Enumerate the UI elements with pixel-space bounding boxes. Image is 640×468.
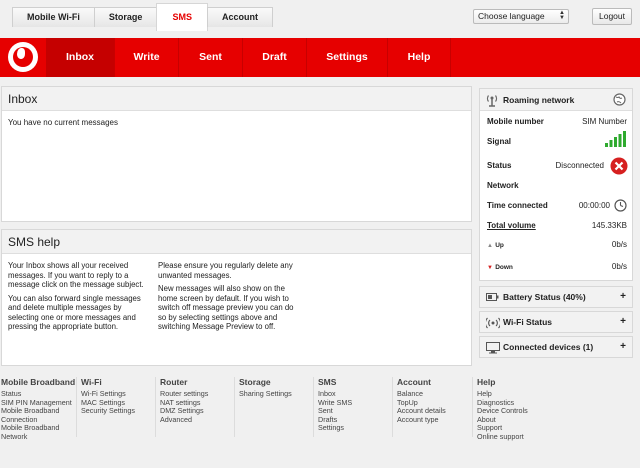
select-arrows-icon: ▲ ▼ — [559, 10, 565, 21]
globe-icon[interactable] — [613, 93, 626, 106]
footer-heading: Help — [477, 377, 496, 387]
disconnect-icon[interactable] — [610, 157, 628, 175]
footer-column-storage: Storage Sharing Settings — [239, 377, 319, 399]
logout-button[interactable]: Logout — [592, 8, 632, 25]
footer-link[interactable]: Online support — [477, 432, 557, 442]
total-volume-row: Total volume 145.33KB — [487, 220, 627, 232]
signal-row: Signal — [487, 131, 627, 148]
nav-sent[interactable]: Sent — [179, 38, 242, 77]
help-paragraph: You can also forward single messages and… — [8, 293, 141, 332]
wifi-icon — [486, 317, 500, 329]
battery-status-accordion[interactable]: Battery Status (40%) + — [479, 286, 633, 308]
sms-help-right: Please ensure you regularly delete any u… — [158, 261, 298, 336]
time-connected-value: 00:00:00 — [578, 201, 610, 210]
footer-column-mobile-broadband: Mobile Broadband Status SIM PIN Manageme… — [1, 377, 81, 442]
network-status-panel: Roaming network Mobile number SIM Number… — [479, 88, 633, 281]
tab-sms[interactable]: SMS — [156, 3, 208, 31]
tab-storage[interactable]: Storage — [93, 7, 158, 27]
connected-devices-title: Connected devices (1) — [503, 342, 594, 352]
language-select-value: Choose language — [478, 11, 545, 21]
connected-devices-accordion[interactable]: Connected devices (1) + — [479, 336, 633, 358]
inbox-panel: Inbox You have no current messages — [1, 86, 472, 222]
nav-draft[interactable]: Draft — [243, 38, 306, 77]
total-volume-link[interactable]: Total volume — [487, 221, 536, 230]
footer-link[interactable]: Security Settings — [81, 407, 161, 416]
footer-column-help: Help Help Diagnostics Device Controls Ab… — [477, 377, 557, 442]
upload-row: ▲ Up 0b/s — [487, 240, 627, 249]
footer-link[interactable]: Account type — [397, 415, 477, 425]
mobile-number-value: SIM Number — [582, 117, 627, 126]
help-paragraph: Please ensure you regularly delete any u… — [158, 261, 293, 280]
footer-heading: Account — [397, 377, 431, 387]
tab-mobile-wifi[interactable]: Mobile Wi-Fi — [12, 7, 95, 27]
mobile-number-row: Mobile number SIM Number — [487, 117, 627, 126]
wifi-status-accordion[interactable]: Wi-Fi Status + — [479, 311, 633, 333]
monitor-icon — [486, 342, 500, 354]
footer-heading: Storage — [239, 377, 271, 387]
main-nav: Inbox Write Sent Draft Settings Help — [0, 38, 640, 77]
expand-plus-icon: + — [620, 291, 626, 302]
battery-icon — [486, 293, 499, 301]
expand-plus-icon: + — [620, 341, 626, 352]
footer-link[interactable]: Network — [1, 432, 81, 442]
vodafone-logo-icon — [8, 42, 38, 72]
footer-link[interactable]: Sharing Settings — [239, 389, 319, 399]
tab-account[interactable]: Account — [206, 7, 273, 27]
footer-link[interactable]: Settings — [318, 424, 398, 433]
inbox-empty-message: You have no current messages — [8, 118, 118, 127]
download-value: 0b/s — [611, 262, 627, 271]
footer-heading: Mobile Broadband — [1, 377, 76, 387]
network-row: Network — [487, 181, 519, 190]
time-connected-row: Time connected 00:00:00 — [487, 199, 627, 212]
download-row: ▼ Down 0b/s — [487, 262, 627, 271]
status-row: Status Disconnected — [487, 157, 628, 175]
footer-heading: Wi-Fi — [81, 377, 102, 387]
battery-status-title: Battery Status (40%) — [503, 292, 586, 302]
total-volume-value: 145.33KB — [591, 221, 627, 230]
footer-link[interactable]: Advanced — [160, 415, 240, 425]
upload-value: 0b/s — [611, 240, 627, 249]
sms-help-left: Your Inbox shows all your received messa… — [8, 261, 148, 336]
wifi-status-title: Wi-Fi Status — [503, 317, 553, 327]
antenna-icon — [486, 95, 498, 107]
up-arrow-icon: ▲ — [487, 243, 493, 249]
footer-column-sms: SMS Inbox Write SMS Sent Drafts Settings — [318, 377, 398, 433]
network-panel-title: Roaming network — [503, 95, 575, 105]
nav-write[interactable]: Write — [115, 38, 178, 77]
footer-heading: Router — [160, 377, 188, 387]
sms-help-panel: SMS help Your Inbox shows all your recei… — [1, 229, 472, 366]
down-arrow-icon: ▼ — [487, 265, 493, 271]
nav-inbox[interactable]: Inbox — [46, 38, 114, 77]
top-tabs: Mobile Wi-Fi Storage SMS Account — [12, 3, 273, 31]
language-select[interactable]: Choose language ▲ ▼ — [473, 9, 569, 24]
inbox-title: Inbox — [2, 87, 471, 111]
clock-icon — [614, 199, 627, 212]
footer-column-account: Account Balance TopUp Account details Ac… — [397, 377, 477, 424]
footer-column-router: Router Router settings NAT settings DMZ … — [160, 377, 240, 424]
status-value: Disconnected — [555, 161, 604, 170]
nav-help[interactable]: Help — [388, 38, 450, 77]
signal-bars-icon — [605, 131, 626, 147]
help-paragraph: New messages will also show on the home … — [158, 284, 294, 331]
sms-help-title: SMS help — [2, 230, 471, 254]
help-paragraph: Your Inbox shows all your received messa… — [8, 261, 144, 289]
footer-column-wifi: Wi-Fi Wi-Fi Settings MAC Settings Securi… — [81, 377, 161, 416]
footer-heading: SMS — [318, 377, 337, 387]
nav-settings[interactable]: Settings — [307, 38, 387, 77]
expand-plus-icon: + — [620, 316, 626, 327]
